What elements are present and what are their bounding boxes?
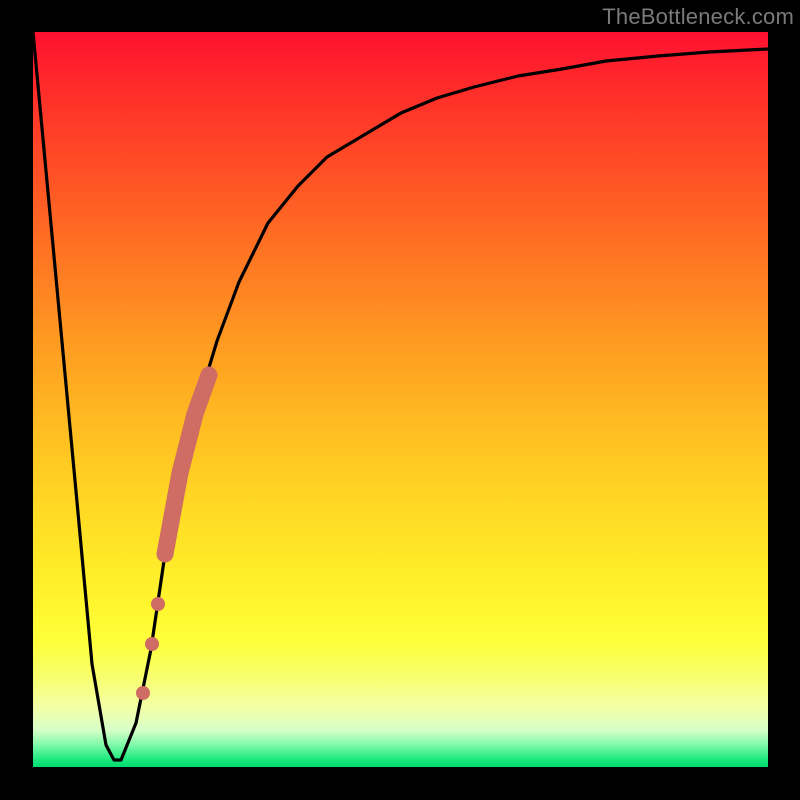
bottleneck-curve xyxy=(33,32,768,760)
plot-area xyxy=(33,32,768,767)
highlight-dot xyxy=(151,597,165,611)
highlight-dot xyxy=(136,686,150,700)
chart-frame: TheBottleneck.com xyxy=(0,0,800,800)
highlight-segment xyxy=(165,375,209,554)
highlight-dot xyxy=(145,637,159,651)
curve-svg xyxy=(33,32,768,767)
attribution-text: TheBottleneck.com xyxy=(602,4,794,30)
